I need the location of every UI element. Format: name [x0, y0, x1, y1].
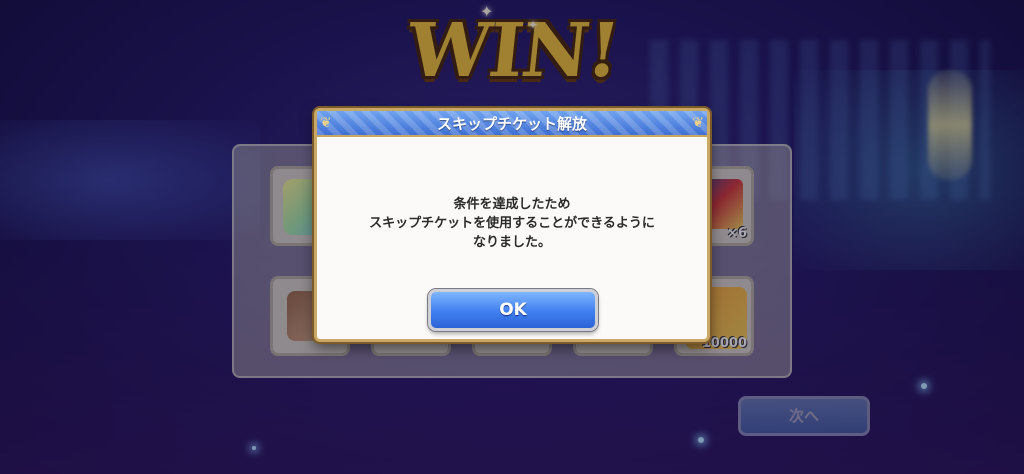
message-line: なりました。 [472, 235, 551, 250]
message-line: スキップチケットを使用することができるように [369, 216, 655, 231]
dialog-header: ❦ ❦ スキップチケット解放 [317, 111, 707, 137]
message-line: 条件を達成したため [453, 197, 571, 212]
skip-ticket-dialog: ❦ ❦ スキップチケット解放 条件を達成したため スキップチケットを使用すること… [314, 108, 710, 342]
dialog-title: スキップチケット解放 [436, 115, 587, 133]
ok-button[interactable]: OK [428, 289, 598, 331]
dialog-message: 条件を達成したため スキップチケットを使用することができるように なりました。 [317, 195, 707, 252]
